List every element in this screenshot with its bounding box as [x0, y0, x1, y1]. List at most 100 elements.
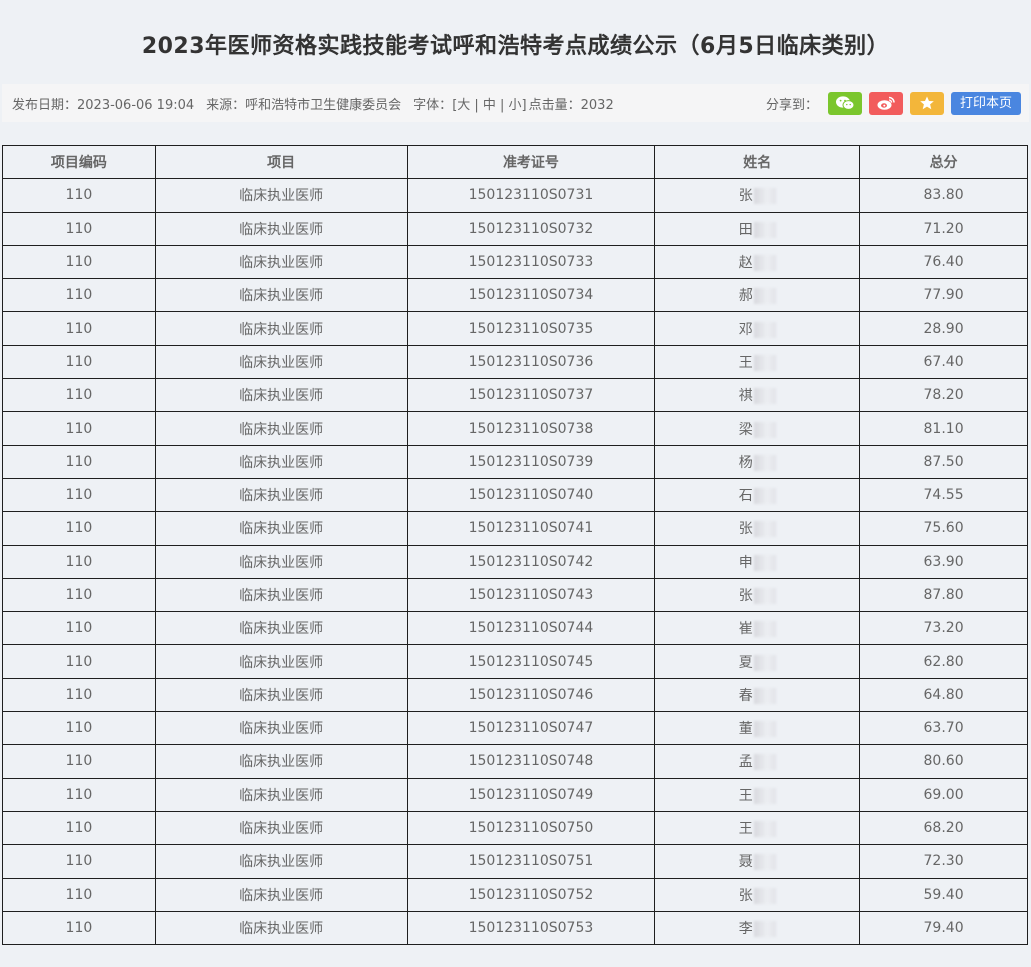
name-text: 王: [738, 354, 753, 371]
score-table: 项目编码 项目 准考证号 姓名 总分 110 临床执业医师 150123110S07…: [2, 144, 1028, 946]
cell-code: 110: [2, 244, 156, 280]
cell-exam-id: 150123110S0742: [406, 544, 656, 579]
name-redaction: [753, 554, 776, 571]
name-redaction: [753, 887, 776, 904]
cell-code: 110: [2, 477, 156, 513]
cell-exam-id: 150123110S0740: [406, 477, 656, 513]
cell-score: 68.20: [859, 810, 1028, 846]
cell-item: 临床执业医师: [154, 644, 408, 679]
header-exam-id: 准考证号: [406, 144, 656, 180]
name-text: 王: [738, 821, 753, 838]
cell-item: 临床执业医师: [154, 278, 408, 313]
cell-item: 临床执业医师: [154, 511, 408, 546]
name-redaction: [753, 255, 776, 272]
name-text: 王: [738, 787, 753, 804]
name-text: 石: [738, 488, 753, 505]
name-redaction: [753, 854, 776, 871]
cell-name: 田: [654, 211, 861, 246]
table-row: 110 临床执业医师 150123110S0737 祺 78.20: [2, 378, 1028, 413]
cell-name: 石: [654, 477, 861, 513]
name-text: 夏: [738, 654, 753, 671]
name-text: 梁: [738, 421, 753, 438]
cell-score: 80.60: [859, 744, 1028, 779]
cell-exam-id: 150123110S0750: [406, 810, 656, 846]
name-redaction: [753, 687, 776, 704]
font-size-label: 字体：: [413, 97, 453, 113]
cell-item: 临床执业医师: [154, 411, 408, 446]
cell-code: 110: [2, 844, 156, 879]
name-redaction: [753, 188, 776, 205]
share-weibo-button[interactable]: [868, 91, 903, 115]
cell-score: 59.40: [859, 877, 1028, 912]
cell-name: 张: [654, 577, 861, 613]
name-text: 田: [738, 221, 753, 238]
name-redaction: [753, 621, 776, 638]
cell-exam-id: 150123110S0747: [406, 711, 656, 746]
wechat-icon: [835, 96, 855, 110]
name-text: 赵: [738, 255, 753, 272]
print-button[interactable]: 打印本页: [950, 91, 1021, 115]
cell-score: 63.90: [859, 544, 1028, 579]
cell-exam-id: 150123110S0735: [406, 311, 656, 346]
cell-item: 临床执业医师: [154, 844, 408, 879]
score-table-body: 110 临床执业医师 150123110S0731 张 83.80 110 临床执业医师 15…: [2, 178, 1028, 946]
cell-item: 临床执业医师: [154, 211, 408, 246]
star-icon: [920, 96, 934, 110]
cell-score: 79.40: [859, 910, 1028, 946]
cell-name: 张: [654, 877, 861, 912]
cell-item: 临床执业医师: [154, 744, 408, 779]
cell-item: 临床执业医师: [154, 544, 408, 579]
cell-item: 临床执业医师: [154, 178, 408, 213]
cell-code: 110: [2, 810, 156, 846]
table-row: 110 临床执业医师 150123110S0735 邓 28.90: [2, 311, 1028, 346]
cell-score: 87.80: [859, 577, 1028, 613]
name-redaction: [753, 721, 776, 738]
name-text: 崔: [738, 621, 753, 638]
cell-exam-id: 150123110S0752: [406, 877, 656, 912]
cell-item: 临床执业医师: [154, 344, 408, 380]
share-favorite-button[interactable]: [909, 91, 944, 115]
name-redaction: [753, 821, 776, 838]
table-row: 110 临床执业医师 150123110S0747 董 63.70: [2, 711, 1028, 746]
cell-code: 110: [2, 877, 156, 912]
name-redaction: [753, 521, 776, 538]
table-row: 110 临床执业医师 150123110S0742 申 63.90: [2, 544, 1028, 579]
cell-exam-id: 150123110S0732: [406, 211, 656, 246]
cell-code: 110: [2, 278, 156, 313]
page-title: 2023年医师资格实践技能考试呼和浩特考点成绩公示（6月5日临床类别）: [141, 34, 890, 59]
click-count: 点击量：2032: [528, 97, 614, 113]
cell-item: 临床执业医师: [154, 810, 408, 846]
cell-name: 聂: [654, 844, 861, 879]
name-redaction: [753, 454, 776, 471]
cell-item: 临床执业医师: [154, 611, 408, 646]
table-row: 110 临床执业医师 150123110S0744 崔 73.20: [2, 611, 1028, 646]
name-redaction: [753, 488, 776, 505]
cell-item: 临床执业医师: [154, 311, 408, 346]
cell-score: 62.80: [859, 644, 1028, 679]
cell-exam-id: 150123110S0733: [406, 244, 656, 280]
name-text: 祺: [738, 388, 753, 405]
cell-name: 夏: [654, 644, 861, 679]
cell-score: 77.90: [859, 278, 1028, 313]
cell-score: 71.20: [859, 211, 1028, 246]
header-score: 总分: [859, 144, 1028, 180]
font-size-switch[interactable]: [大 | 中 | 小]: [452, 94, 526, 113]
name-redaction: [753, 754, 776, 771]
table-row: 110 临床执业医师 150123110S0741 张 75.60: [2, 511, 1028, 546]
cell-name: 申: [654, 544, 861, 579]
cell-code: 110: [2, 311, 156, 346]
name-text: 张: [738, 188, 753, 205]
table-header-row: 项目编码 项目 准考证号 姓名 总分: [2, 144, 1028, 180]
cell-exam-id: 150123110S0739: [406, 444, 656, 479]
header-name: 姓名: [654, 144, 861, 180]
table-row: 110 临床执业医师 150123110S0753 李 79.40: [2, 910, 1028, 946]
name-text: 申: [738, 554, 753, 571]
publish-date: 发布日期：2023-06-06 19:04: [12, 97, 195, 113]
cell-item: 临床执业医师: [154, 777, 408, 812]
cell-exam-id: 150123110S0751: [406, 844, 656, 879]
name-text: 董: [738, 721, 753, 738]
article-source: 来源：呼和浩特市卫生健康委员会: [206, 97, 402, 113]
table-row: 110 临床执业医师 150123110S0732 田 71.20: [2, 211, 1028, 246]
cell-name: 邓: [654, 311, 861, 346]
share-wechat-button[interactable]: [827, 91, 862, 115]
